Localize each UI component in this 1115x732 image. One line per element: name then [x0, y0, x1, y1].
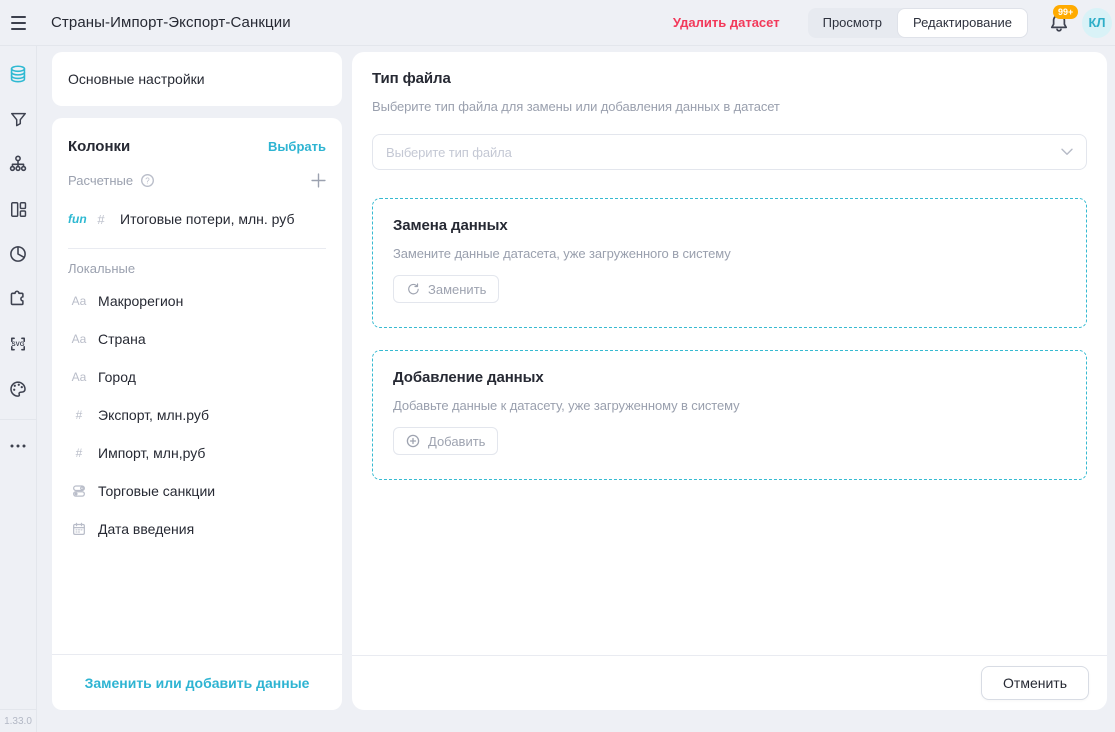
- svg-icon-label: SVG: [12, 341, 25, 348]
- chevron-down-icon: [1061, 148, 1073, 156]
- field-name: Торговые санкции: [98, 483, 215, 499]
- field-name: Город: [98, 369, 136, 385]
- columns-panel: Колонки Выбрать Расчетные ? fun # Итогов…: [52, 118, 342, 710]
- local-fields-label: Локальные: [52, 253, 342, 282]
- field-row-sanctions[interactable]: Торговые санкции: [52, 472, 342, 510]
- append-data-title: Добавление данных: [393, 369, 1066, 386]
- panel-footer: Отменить: [352, 655, 1107, 710]
- number-type-icon: #: [68, 446, 90, 460]
- mode-view-tab[interactable]: Просмотр: [808, 8, 897, 38]
- append-button-label: Добавить: [428, 434, 485, 449]
- left-icon-rail: SVG 1.33.0: [0, 46, 37, 732]
- field-row-macroregion[interactable]: Aa Макрорегион: [52, 282, 342, 320]
- add-calculated-field-icon[interactable]: [311, 173, 326, 188]
- file-type-description: Выберите тип файла для замены или добавл…: [372, 99, 1087, 114]
- main-settings-card[interactable]: Основные настройки: [52, 52, 342, 106]
- delete-dataset-button[interactable]: Удалить датасет: [673, 15, 780, 30]
- replace-button-label: Заменить: [428, 282, 486, 297]
- number-type-icon: #: [90, 212, 112, 227]
- field-row-city[interactable]: Aa Город: [52, 358, 342, 396]
- field-name: Итоговые потери, млн. руб: [120, 211, 294, 227]
- append-button[interactable]: Добавить: [393, 427, 498, 455]
- select-columns-link[interactable]: Выбрать: [268, 139, 326, 154]
- field-row-import[interactable]: # Импорт, млн,руб: [52, 434, 342, 472]
- replace-or-add-data-link[interactable]: Заменить или добавить данные: [85, 675, 310, 691]
- avatar[interactable]: КЛ: [1082, 8, 1112, 38]
- layout-icon[interactable]: [4, 195, 32, 223]
- replace-button[interactable]: Заменить: [393, 275, 499, 303]
- file-upload-panel: Тип файла Выберите тип файла для замены …: [352, 52, 1107, 710]
- help-icon[interactable]: ?: [140, 173, 155, 188]
- string-type-icon: Aa: [68, 370, 90, 384]
- boolean-type-icon: [68, 483, 90, 499]
- field-row-date[interactable]: Дата введения: [52, 510, 342, 548]
- field-row-calculated[interactable]: fun # Итоговые потери, млн. руб: [52, 200, 342, 238]
- formula-icon: fun: [68, 212, 90, 226]
- relations-icon[interactable]: [4, 150, 32, 178]
- mode-edit-tab[interactable]: Редактирование: [897, 8, 1028, 38]
- refresh-icon: [406, 282, 420, 296]
- rail-divider: [0, 419, 37, 420]
- top-bar: Страны-Импорт-Экспорт-Санкции Удалить да…: [0, 0, 1115, 46]
- replace-data-card: Замена данных Замените данные датасета, …: [372, 198, 1087, 328]
- page-title: Страны-Импорт-Экспорт-Санкции: [51, 14, 291, 31]
- file-type-title: Тип файла: [372, 70, 1087, 87]
- palette-icon[interactable]: [4, 375, 32, 403]
- replace-data-title: Замена данных: [393, 217, 1066, 234]
- append-data-card: Добавление данных Добавьте данные к дата…: [372, 350, 1087, 480]
- chart-icon[interactable]: [4, 240, 32, 268]
- calculated-label: Расчетные: [68, 173, 133, 188]
- field-name: Макрорегион: [98, 293, 183, 309]
- field-name: Экспорт, млн.руб: [98, 407, 209, 423]
- notification-badge: 99+: [1053, 5, 1078, 19]
- plugin-icon[interactable]: [4, 285, 32, 313]
- replace-data-description: Замените данные датасета, уже загруженно…: [393, 246, 1066, 261]
- append-data-description: Добавьте данные к датасету, уже загружен…: [393, 398, 1066, 413]
- field-name: Импорт, млн,руб: [98, 445, 205, 461]
- menu-icon[interactable]: [0, 16, 37, 30]
- columns-title: Колонки: [68, 138, 130, 155]
- field-name: Дата введения: [98, 521, 194, 537]
- cancel-button[interactable]: Отменить: [981, 666, 1089, 700]
- columns-footer: Заменить или добавить данные: [52, 654, 342, 710]
- field-row-country[interactable]: Aa Страна: [52, 320, 342, 358]
- field-name: Страна: [98, 331, 146, 347]
- more-icon[interactable]: [4, 432, 32, 460]
- number-type-icon: #: [68, 408, 90, 422]
- filter-icon[interactable]: [4, 105, 32, 133]
- app-version: 1.33.0: [0, 709, 37, 732]
- string-type-icon: Aa: [68, 294, 90, 308]
- svg-text:?: ?: [145, 176, 150, 185]
- file-type-select[interactable]: Выберите тип файла: [372, 134, 1087, 170]
- svg-icon[interactable]: SVG: [4, 330, 32, 358]
- dataset-icon[interactable]: [4, 60, 32, 88]
- sidebar-divider: [68, 248, 326, 249]
- select-placeholder: Выберите тип файла: [386, 145, 512, 160]
- field-row-export[interactable]: # Экспорт, млн.руб: [52, 396, 342, 434]
- date-type-icon: [68, 521, 90, 537]
- mode-switcher: Просмотр Редактирование: [808, 8, 1028, 38]
- string-type-icon: Aa: [68, 332, 90, 346]
- plus-circle-icon: [406, 434, 420, 448]
- notifications-button[interactable]: 99+: [1048, 12, 1070, 34]
- main-settings-label: Основные настройки: [68, 71, 205, 87]
